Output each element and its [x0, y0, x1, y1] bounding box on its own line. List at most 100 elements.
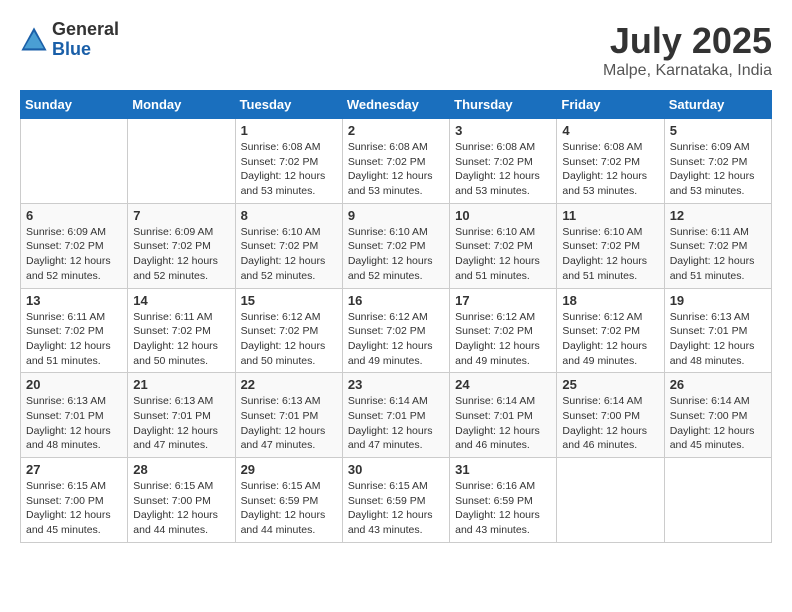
day-detail: Sunrise: 6:08 AM Sunset: 7:02 PM Dayligh… — [562, 140, 658, 199]
day-detail: Sunrise: 6:15 AM Sunset: 6:59 PM Dayligh… — [241, 479, 337, 538]
day-number: 8 — [241, 208, 337, 223]
day-detail: Sunrise: 6:14 AM Sunset: 7:01 PM Dayligh… — [348, 394, 444, 453]
day-detail: Sunrise: 6:11 AM Sunset: 7:02 PM Dayligh… — [26, 310, 122, 369]
calendar-cell: 9Sunrise: 6:10 AM Sunset: 7:02 PM Daylig… — [342, 203, 449, 288]
calendar-cell: 29 Sunrise: 6:15 AM Sunset: 6:59 PM Dayli… — [235, 458, 342, 543]
day-detail: Sunrise: 6:11 AM Sunset: 7:02 PM Dayligh… — [670, 225, 766, 284]
day-number: 31 — [455, 462, 551, 477]
month-title: July 2025 — [603, 20, 772, 62]
day-detail: Sunrise: 6:12 AM Sunset: 7:02 PM Dayligh… — [348, 310, 444, 369]
calendar-cell: 5 Sunrise: 6:09 AM Sunset: 7:02 PM Daylig… — [664, 119, 771, 204]
day-number: 23 — [348, 377, 444, 392]
calendar-cell: 30 Sunrise: 6:15 AM Sunset: 6:59 PM Dayli… — [342, 458, 449, 543]
day-detail: Sunrise: 6:11 AM Sunset: 7:02 PM Dayligh… — [133, 310, 229, 369]
calendar-cell: 27Sunrise: 6:15 AM Sunset: 7:00 PM Dayli… — [21, 458, 128, 543]
calendar-cell: 8 Sunrise: 6:10 AM Sunset: 7:02 PM Daylig… — [235, 203, 342, 288]
calendar-cell: 1Sunrise: 6:08 AM Sunset: 7:02 PM Daylig… — [235, 119, 342, 204]
calendar-cell: 17 Sunrise: 6:12 AM Sunset: 7:02 PM Dayli… — [450, 288, 557, 373]
day-number: 30 — [348, 462, 444, 477]
day-number: 24 — [455, 377, 551, 392]
day-detail: Sunrise: 6:13 AM Sunset: 7:01 PM Dayligh… — [241, 394, 337, 453]
day-detail: Sunrise: 6:12 AM Sunset: 7:02 PM Dayligh… — [455, 310, 551, 369]
calendar-cell: 24 Sunrise: 6:14 AM Sunset: 7:01 PM Dayli… — [450, 373, 557, 458]
day-number: 12 — [670, 208, 766, 223]
calendar-cell: 6 Sunrise: 6:09 AM Sunset: 7:02 PM Daylig… — [21, 203, 128, 288]
day-number: 7 — [133, 208, 229, 223]
logo: General Blue — [20, 20, 119, 60]
day-detail: Sunrise: 6:14 AM Sunset: 7:01 PM Dayligh… — [455, 394, 551, 453]
day-number: 18 — [562, 293, 658, 308]
weekday-header: Tuesday — [235, 91, 342, 119]
day-number: 19 — [670, 293, 766, 308]
day-detail: Sunrise: 6:10 AM Sunset: 7:02 PM Dayligh… — [562, 225, 658, 284]
day-number: 1 — [241, 123, 337, 138]
logo-blue-text: Blue — [52, 40, 119, 60]
calendar-week-row: 6 Sunrise: 6:09 AM Sunset: 7:02 PM Daylig… — [21, 203, 772, 288]
day-detail: Sunrise: 6:09 AM Sunset: 7:02 PM Dayligh… — [26, 225, 122, 284]
day-number: 5 — [670, 123, 766, 138]
day-number: 29 — [241, 462, 337, 477]
day-detail: Sunrise: 6:10 AM Sunset: 7:02 PM Dayligh… — [241, 225, 337, 284]
calendar-cell: 15Sunrise: 6:12 AM Sunset: 7:02 PM Dayli… — [235, 288, 342, 373]
calendar-cell: 20 Sunrise: 6:13 AM Sunset: 7:01 PM Dayli… — [21, 373, 128, 458]
day-detail: Sunrise: 6:14 AM Sunset: 7:00 PM Dayligh… — [562, 394, 658, 453]
calendar-cell: 28 Sunrise: 6:15 AM Sunset: 7:00 PM Dayli… — [128, 458, 235, 543]
calendar-cell: 18Sunrise: 6:12 AM Sunset: 7:02 PM Dayli… — [557, 288, 664, 373]
day-detail: Sunrise: 6:15 AM Sunset: 7:00 PM Dayligh… — [133, 479, 229, 538]
day-number: 11 — [562, 208, 658, 223]
calendar-cell — [664, 458, 771, 543]
day-detail: Sunrise: 6:12 AM Sunset: 7:02 PM Dayligh… — [241, 310, 337, 369]
calendar-cell: 26 Sunrise: 6:14 AM Sunset: 7:00 PM Dayli… — [664, 373, 771, 458]
calendar-cell: 13 Sunrise: 6:11 AM Sunset: 7:02 PM Dayli… — [21, 288, 128, 373]
day-detail: Sunrise: 6:10 AM Sunset: 7:02 PM Dayligh… — [455, 225, 551, 284]
weekday-header: Wednesday — [342, 91, 449, 119]
calendar-week-row: 13 Sunrise: 6:11 AM Sunset: 7:02 PM Dayli… — [21, 288, 772, 373]
calendar-cell: 3 Sunrise: 6:08 AM Sunset: 7:02 PM Daylig… — [450, 119, 557, 204]
calendar-week-row: 27Sunrise: 6:15 AM Sunset: 7:00 PM Dayli… — [21, 458, 772, 543]
day-detail: Sunrise: 6:13 AM Sunset: 7:01 PM Dayligh… — [670, 310, 766, 369]
day-detail: Sunrise: 6:09 AM Sunset: 7:02 PM Dayligh… — [670, 140, 766, 199]
calendar: SundayMondayTuesdayWednesdayThursdayFrid… — [20, 90, 772, 543]
calendar-cell — [557, 458, 664, 543]
logo-icon — [20, 26, 48, 54]
calendar-cell: 11 Sunrise: 6:10 AM Sunset: 7:02 PM Dayli… — [557, 203, 664, 288]
calendar-cell: 31Sunrise: 6:16 AM Sunset: 6:59 PM Dayli… — [450, 458, 557, 543]
day-number: 4 — [562, 123, 658, 138]
day-number: 26 — [670, 377, 766, 392]
day-number: 17 — [455, 293, 551, 308]
day-number: 22 — [241, 377, 337, 392]
day-detail: Sunrise: 6:13 AM Sunset: 7:01 PM Dayligh… — [26, 394, 122, 453]
calendar-cell: 4 Sunrise: 6:08 AM Sunset: 7:02 PM Daylig… — [557, 119, 664, 204]
day-number: 14 — [133, 293, 229, 308]
calendar-week-row: 1 Sunrise: 6:08 AM Sunset: 7:02 PM Daylig… — [21, 119, 772, 204]
day-detail: Sunrise: 6:08 AM Sunset: 7:02 PM Dayligh… — [455, 140, 551, 199]
weekday-header: Saturday — [664, 91, 771, 119]
day-number: 16 — [348, 293, 444, 308]
calendar-week-row: 20 Sunrise: 6:13 AM Sunset: 7:01 PM Dayli… — [21, 373, 772, 458]
day-detail: Sunrise: 6:14 AM Sunset: 7:00 PM Dayligh… — [670, 394, 766, 453]
calendar-cell: 16 Sunrise: 6:12 AM Sunset: 7:02 PM Dayli… — [342, 288, 449, 373]
calendar-cell: 25Sunrise: 6:14 AM Sunset: 7:00 PM Dayli… — [557, 373, 664, 458]
day-detail: Sunrise: 6:08 AM Sunset: 7:02 PM Dayligh… — [348, 140, 444, 199]
day-number: 3 — [455, 123, 551, 138]
calendar-cell: 14 Sunrise: 6:11 AM Sunset: 7:02 PM Dayli… — [128, 288, 235, 373]
day-number: 10 — [455, 208, 551, 223]
day-number: 6 — [26, 208, 122, 223]
day-detail: Sunrise: 6:09 AM Sunset: 7:02 PM Dayligh… — [133, 225, 229, 284]
logo-general-text: General — [52, 20, 119, 40]
calendar-cell — [128, 119, 235, 204]
location-title: Malpe, Karnataka, India — [603, 62, 772, 80]
weekday-header: Friday — [557, 91, 664, 119]
weekday-header: Sunday — [21, 91, 128, 119]
calendar-cell — [21, 119, 128, 204]
day-detail: Sunrise: 6:15 AM Sunset: 7:00 PM Dayligh… — [26, 479, 122, 538]
day-detail: Sunrise: 6:10 AM Sunset: 7:02 PM Dayligh… — [348, 225, 444, 284]
day-number: 28 — [133, 462, 229, 477]
day-number: 13 — [26, 293, 122, 308]
day-number: 20 — [26, 377, 122, 392]
calendar-cell: 19 Sunrise: 6:13 AM Sunset: 7:01 PM Dayli… — [664, 288, 771, 373]
calendar-cell: 7 Sunrise: 6:09 AM Sunset: 7:02 PM Daylig… — [128, 203, 235, 288]
day-detail: Sunrise: 6:15 AM Sunset: 6:59 PM Dayligh… — [348, 479, 444, 538]
day-number: 2 — [348, 123, 444, 138]
calendar-cell: 21Sunrise: 6:13 AM Sunset: 7:01 PM Dayli… — [128, 373, 235, 458]
